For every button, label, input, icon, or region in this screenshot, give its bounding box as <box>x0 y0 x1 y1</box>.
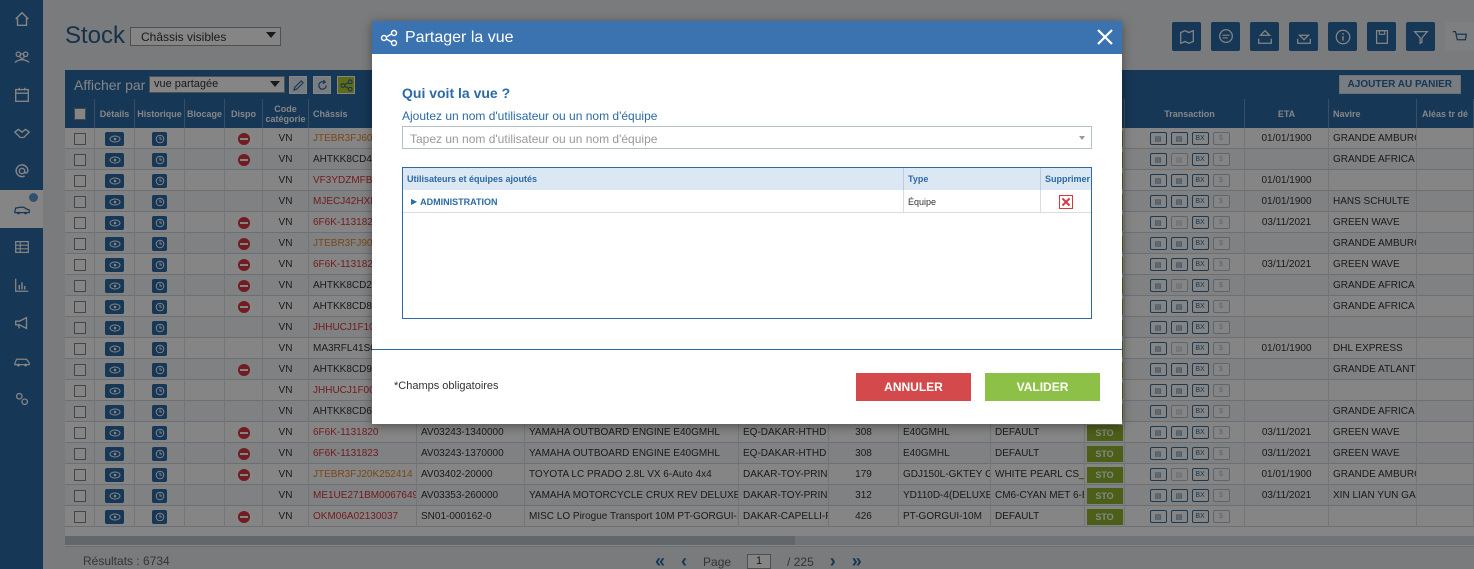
user-search-input[interactable]: Tapez un nom d'utilisateur ou un nom d'é… <box>402 126 1092 149</box>
dialog-separator <box>372 349 1122 350</box>
add-user-label: Ajoutez un nom d'utilisateur ou un nom d… <box>402 109 658 123</box>
shared-user-delete-cell <box>1041 190 1091 213</box>
header-shared-delete: Supprimer <box>1045 174 1091 184</box>
who-sees-title: Qui voit la vue ? <box>402 85 511 101</box>
dialog-title: Partager la vue <box>405 29 514 46</box>
share-view-dialog: Partager la vue Qui voit la vue ? Ajoute… <box>372 21 1122 424</box>
close-icon[interactable] <box>1096 28 1114 46</box>
validate-button[interactable]: VALIDER <box>985 373 1100 401</box>
cancel-button[interactable]: ANNULER <box>856 373 971 401</box>
mandatory-note: *Champs obligatoires <box>394 380 499 392</box>
shared-users-header: Utilisateurs et équipes ajoutés Type Sup… <box>403 168 1091 190</box>
shared-users-table: Utilisateurs et équipes ajoutés Type Sup… <box>402 167 1092 319</box>
expand-arrow-icon[interactable]: ▶ <box>411 197 417 206</box>
header-shared-type: Type <box>904 168 1041 190</box>
dialog-header: Partager la vue <box>372 21 1122 54</box>
shared-user-name-cell[interactable]: ▶ ADMINISTRATION <box>403 190 904 213</box>
shared-user-type: Équipe <box>904 190 1041 213</box>
share-icon <box>380 29 398 47</box>
chevron-down-icon <box>1079 136 1085 140</box>
shared-user-name: ADMINISTRATION <box>420 196 498 207</box>
delete-icon[interactable] <box>1059 194 1073 209</box>
header-shared-name: Utilisateurs et équipes ajoutés <box>403 168 904 190</box>
user-search-placeholder: Tapez un nom d'utilisateur ou un nom d'é… <box>410 132 658 146</box>
shared-user-row: ▶ ADMINISTRATION Équipe <box>403 190 1091 213</box>
